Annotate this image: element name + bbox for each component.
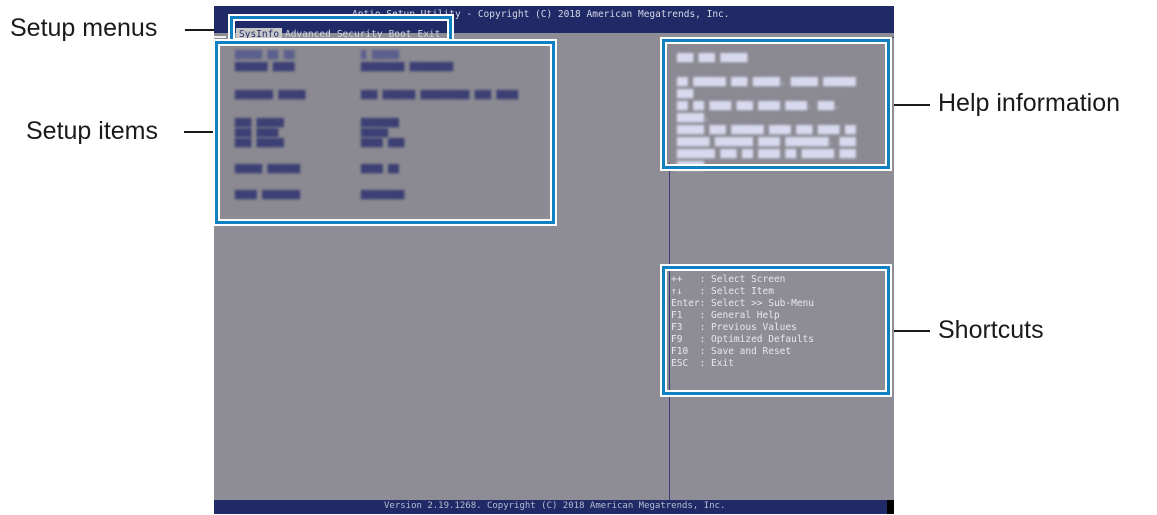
help-information-label: Help information [938,89,1121,117]
divider [667,37,894,38]
setup-items-highlight [215,41,555,224]
bios-screen: Aptio Setup Utility - Copyright (C) 2018… [214,6,894,514]
setup-items-label: Setup items [26,117,159,145]
bios-footer: Version 2.19.1268. Copyright (C) 2018 Am… [214,500,894,514]
shortcuts-highlight [662,266,890,395]
shortcuts-label: Shortcuts [938,316,1044,344]
shortcuts-leader [888,330,930,332]
divider [214,36,226,38]
setup-menus-highlight [230,16,452,43]
help-information-leader [888,104,930,106]
help-information-highlight [662,39,890,169]
setup-menus-label: Setup menus [10,14,158,42]
bios-version: Version 2.19.1268. Copyright (C) 2018 Am… [384,501,726,511]
footer-corner [887,500,894,514]
